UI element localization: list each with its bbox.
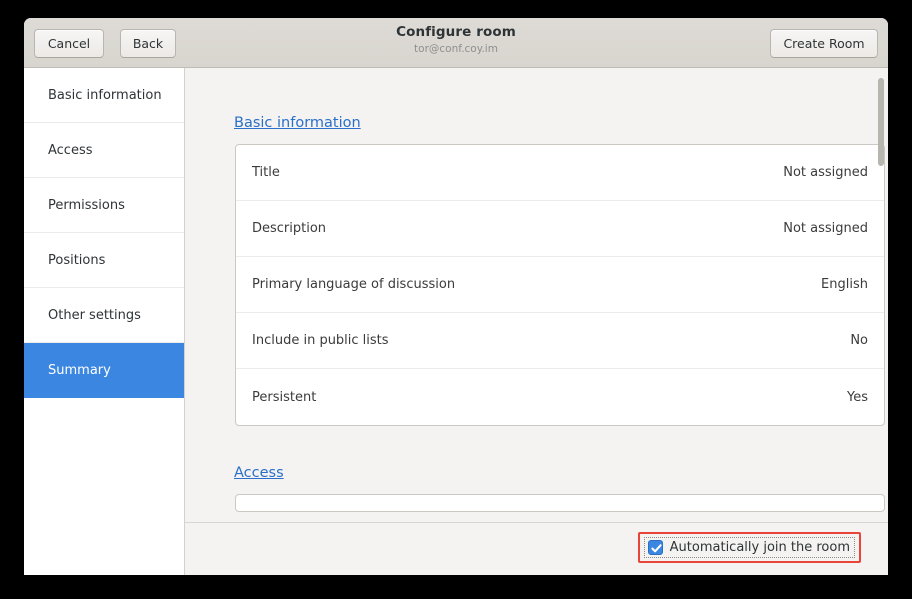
checkmark-icon <box>650 542 663 555</box>
screenshot-root: Configure room tor@conf.coy.im Cancel Ba… <box>0 0 912 599</box>
row-label: Title <box>252 165 280 180</box>
scrollbar-thumb[interactable] <box>878 78 884 166</box>
sidebar-item-summary[interactable]: Summary <box>24 343 184 398</box>
basic-information-card: Title Not assigned Description Not assig… <box>235 144 885 426</box>
row-label: Include in public lists <box>252 333 389 348</box>
section-heading-basic-information[interactable]: Basic information <box>234 115 361 131</box>
table-row: Title Not assigned <box>236 145 884 201</box>
row-label: Persistent <box>252 390 316 405</box>
window-header-bar: Configure room tor@conf.coy.im Cancel Ba… <box>24 18 888 68</box>
row-value: English <box>821 277 868 292</box>
summary-content: Basic information Title Not assigned Des… <box>185 68 888 575</box>
access-card <box>235 494 885 512</box>
row-value: Yes <box>847 390 868 405</box>
auto-join-checkbox[interactable] <box>648 540 663 555</box>
table-row: Persistent Yes <box>236 369 884 425</box>
window-body: Basic information Access Permissions Pos… <box>24 68 888 575</box>
sidebar-item-positions[interactable]: Positions <box>24 233 184 288</box>
create-room-button[interactable]: Create Room <box>770 29 878 58</box>
summary-scroll-area[interactable]: Basic information Title Not assigned Des… <box>185 68 888 523</box>
content-scrollbar[interactable] <box>877 78 885 518</box>
sidebar-item-basic-information[interactable]: Basic information <box>24 68 184 123</box>
table-row: Include in public lists No <box>236 313 884 369</box>
section-heading-access[interactable]: Access <box>234 465 284 481</box>
row-label: Primary language of discussion <box>252 277 455 292</box>
row-value: Not assigned <box>783 165 868 180</box>
row-value: Not assigned <box>783 221 868 236</box>
sidebar-item-access[interactable]: Access <box>24 123 184 178</box>
sidebar-item-permissions[interactable]: Permissions <box>24 178 184 233</box>
configure-room-window: Configure room tor@conf.coy.im Cancel Ba… <box>24 18 888 575</box>
row-label: Description <box>252 221 326 236</box>
auto-join-label[interactable]: Automatically join the room <box>670 540 850 555</box>
back-button[interactable]: Back <box>120 29 176 58</box>
auto-join-focus-ring[interactable]: Automatically join the room <box>644 537 855 558</box>
table-row: Primary language of discussion English <box>236 257 884 313</box>
wizard-sidebar: Basic information Access Permissions Pos… <box>24 68 185 575</box>
auto-join-highlight: Automatically join the room <box>638 532 861 563</box>
table-row: Description Not assigned <box>236 201 884 257</box>
sidebar-item-other-settings[interactable]: Other settings <box>24 288 184 343</box>
bottom-action-bar: Automatically join the room <box>185 523 888 575</box>
cancel-button[interactable]: Cancel <box>34 29 104 58</box>
row-value: No <box>850 333 868 348</box>
